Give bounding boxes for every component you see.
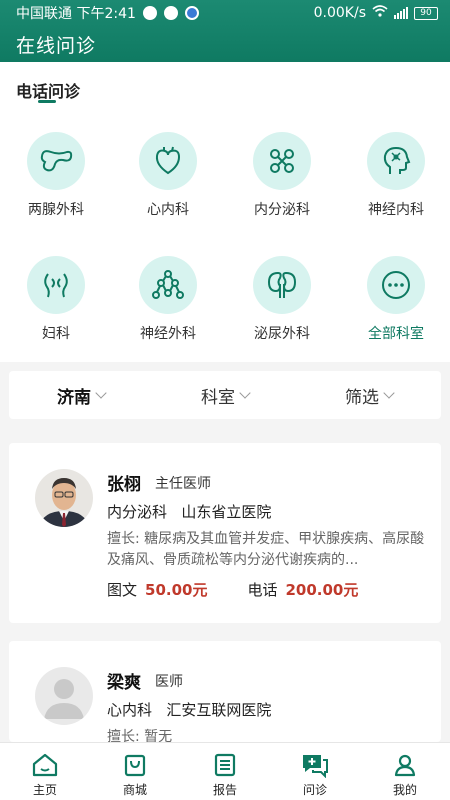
bottom-tab-bar: 主页 商城 报告 问诊 我的 bbox=[0, 742, 450, 800]
notification-icon bbox=[142, 6, 157, 20]
uterus-icon bbox=[27, 256, 85, 314]
dept-label: 心内科 bbox=[147, 202, 189, 218]
filter-bar: 济南 科室 筛选 bbox=[9, 371, 441, 419]
avatar bbox=[35, 469, 93, 527]
network-speed: 0.00K/s bbox=[313, 5, 366, 21]
section-underline bbox=[38, 100, 56, 103]
dept-all[interactable]: 全部科室 bbox=[340, 256, 450, 343]
image-consult-price: 50.00元 bbox=[145, 581, 208, 599]
signal-icon bbox=[394, 7, 408, 19]
department-panel: 电话问诊 两腺外科 心内科 内分泌科 神经内科 妇科 神经外科 泌尿外科 全部科… bbox=[0, 62, 450, 362]
doctor-card[interactable]: 梁爽 医师 心内科 汇安互联网医院 擅长: 暂无 bbox=[9, 641, 441, 742]
tab-mall[interactable]: 商城 bbox=[90, 743, 180, 800]
tab-label: 主页 bbox=[32, 783, 57, 797]
doctor-hospital: 汇安互联网医院 bbox=[166, 701, 272, 719]
tab-label: 报告 bbox=[212, 783, 237, 797]
dept-neurosurgery[interactable]: 神经外科 bbox=[112, 256, 224, 343]
dept-label: 妇科 bbox=[42, 326, 70, 342]
status-carrier-time: 中国联通 下午2:41 bbox=[16, 6, 136, 22]
dept-label: 神经外科 bbox=[140, 326, 196, 342]
dept-neurology[interactable]: 神经内科 bbox=[340, 132, 450, 219]
hormone-molecule-icon bbox=[253, 132, 311, 190]
dept-label: 全部科室 bbox=[368, 326, 424, 342]
battery-icon: 90 bbox=[414, 6, 438, 20]
head-neuron-icon bbox=[367, 132, 425, 190]
chevron-down-icon bbox=[239, 386, 251, 399]
doctor-department: 心内科 bbox=[107, 701, 153, 719]
dept-cardiology[interactable]: 心内科 bbox=[112, 132, 224, 219]
doctor-department-hospital: 心内科 汇安互联网医院 bbox=[107, 699, 271, 720]
dept-endocrinology[interactable]: 内分泌科 bbox=[226, 132, 338, 219]
doctor-title: 主任医师 bbox=[155, 476, 211, 492]
doctor-title: 医师 bbox=[155, 674, 183, 690]
price-line: 图文 50.00元 电话 200.00元 bbox=[107, 579, 358, 600]
shopping-bag-icon bbox=[121, 751, 149, 779]
app-header: 中国联通 下午2:41 0.00K/s 90 在线问诊 bbox=[0, 0, 450, 62]
phone-consult-price: 200.00元 bbox=[285, 581, 359, 599]
doctor-hospital: 山东省立医院 bbox=[181, 503, 272, 521]
filter-label: 科室 bbox=[201, 387, 235, 408]
phone-consult-label: 电话 bbox=[247, 581, 278, 599]
consult-chat-icon bbox=[301, 751, 329, 779]
doctor-specialty: 擅长: 暂无 bbox=[107, 729, 173, 742]
filter-more[interactable]: 筛选 bbox=[297, 371, 441, 419]
chevron-down-icon bbox=[383, 386, 395, 399]
section-title: 电话问诊 bbox=[16, 82, 81, 101]
tab-label: 商城 bbox=[122, 783, 147, 797]
wifi-icon bbox=[372, 5, 388, 21]
user-icon bbox=[391, 751, 419, 779]
filter-department[interactable]: 科室 bbox=[153, 371, 297, 419]
dept-label: 神经内科 bbox=[368, 202, 424, 218]
doctor-name: 梁爽 bbox=[107, 673, 141, 693]
dept-breast-thyroid[interactable]: 两腺外科 bbox=[0, 132, 112, 219]
avatar bbox=[35, 667, 93, 725]
tab-mine[interactable]: 我的 bbox=[360, 743, 450, 800]
doctor-card[interactable]: 张栩 主任医师 内分泌科 山东省立医院 擅长: 糖尿病及其血管并发症、甲状腺疾病… bbox=[9, 443, 441, 623]
filter-label: 济南 bbox=[57, 387, 91, 408]
tab-report[interactable]: 报告 bbox=[180, 743, 270, 800]
page-title: 在线问诊 bbox=[16, 34, 97, 57]
tab-consult[interactable]: 问诊 bbox=[270, 743, 360, 800]
doctor-department-hospital: 内分泌科 山东省立医院 bbox=[107, 501, 271, 522]
doctor-department: 内分泌科 bbox=[107, 503, 168, 521]
notification-icon bbox=[163, 6, 178, 20]
dept-label: 泌尿外科 bbox=[254, 326, 310, 342]
chevron-down-icon bbox=[95, 386, 107, 399]
filter-label: 筛选 bbox=[345, 387, 379, 408]
report-icon bbox=[211, 751, 239, 779]
home-icon bbox=[31, 751, 59, 779]
tab-label: 我的 bbox=[392, 783, 417, 797]
pancreas-icon bbox=[27, 132, 85, 190]
dept-gynecology[interactable]: 妇科 bbox=[0, 256, 112, 343]
notification-icon bbox=[184, 6, 199, 20]
neuron-network-icon bbox=[139, 256, 197, 314]
filter-city[interactable]: 济南 bbox=[9, 371, 153, 419]
kidney-icon bbox=[253, 256, 311, 314]
tab-label: 问诊 bbox=[302, 783, 327, 797]
more-icon bbox=[367, 256, 425, 314]
dept-label: 两腺外科 bbox=[28, 202, 84, 218]
doctor-specialty: 擅长: 糖尿病及其血管并发症、甲状腺疾病、高尿酸及痛风、骨质疏松等内分泌代谢疾病… bbox=[107, 531, 425, 568]
image-consult-label: 图文 bbox=[107, 581, 138, 599]
dept-urology[interactable]: 泌尿外科 bbox=[226, 256, 338, 343]
heart-icon bbox=[139, 132, 197, 190]
doctor-name: 张栩 bbox=[107, 475, 141, 495]
status-bar: 中国联通 下午2:41 0.00K/s 90 bbox=[0, 0, 450, 26]
dept-label: 内分泌科 bbox=[254, 202, 310, 218]
tab-home[interactable]: 主页 bbox=[0, 743, 90, 800]
